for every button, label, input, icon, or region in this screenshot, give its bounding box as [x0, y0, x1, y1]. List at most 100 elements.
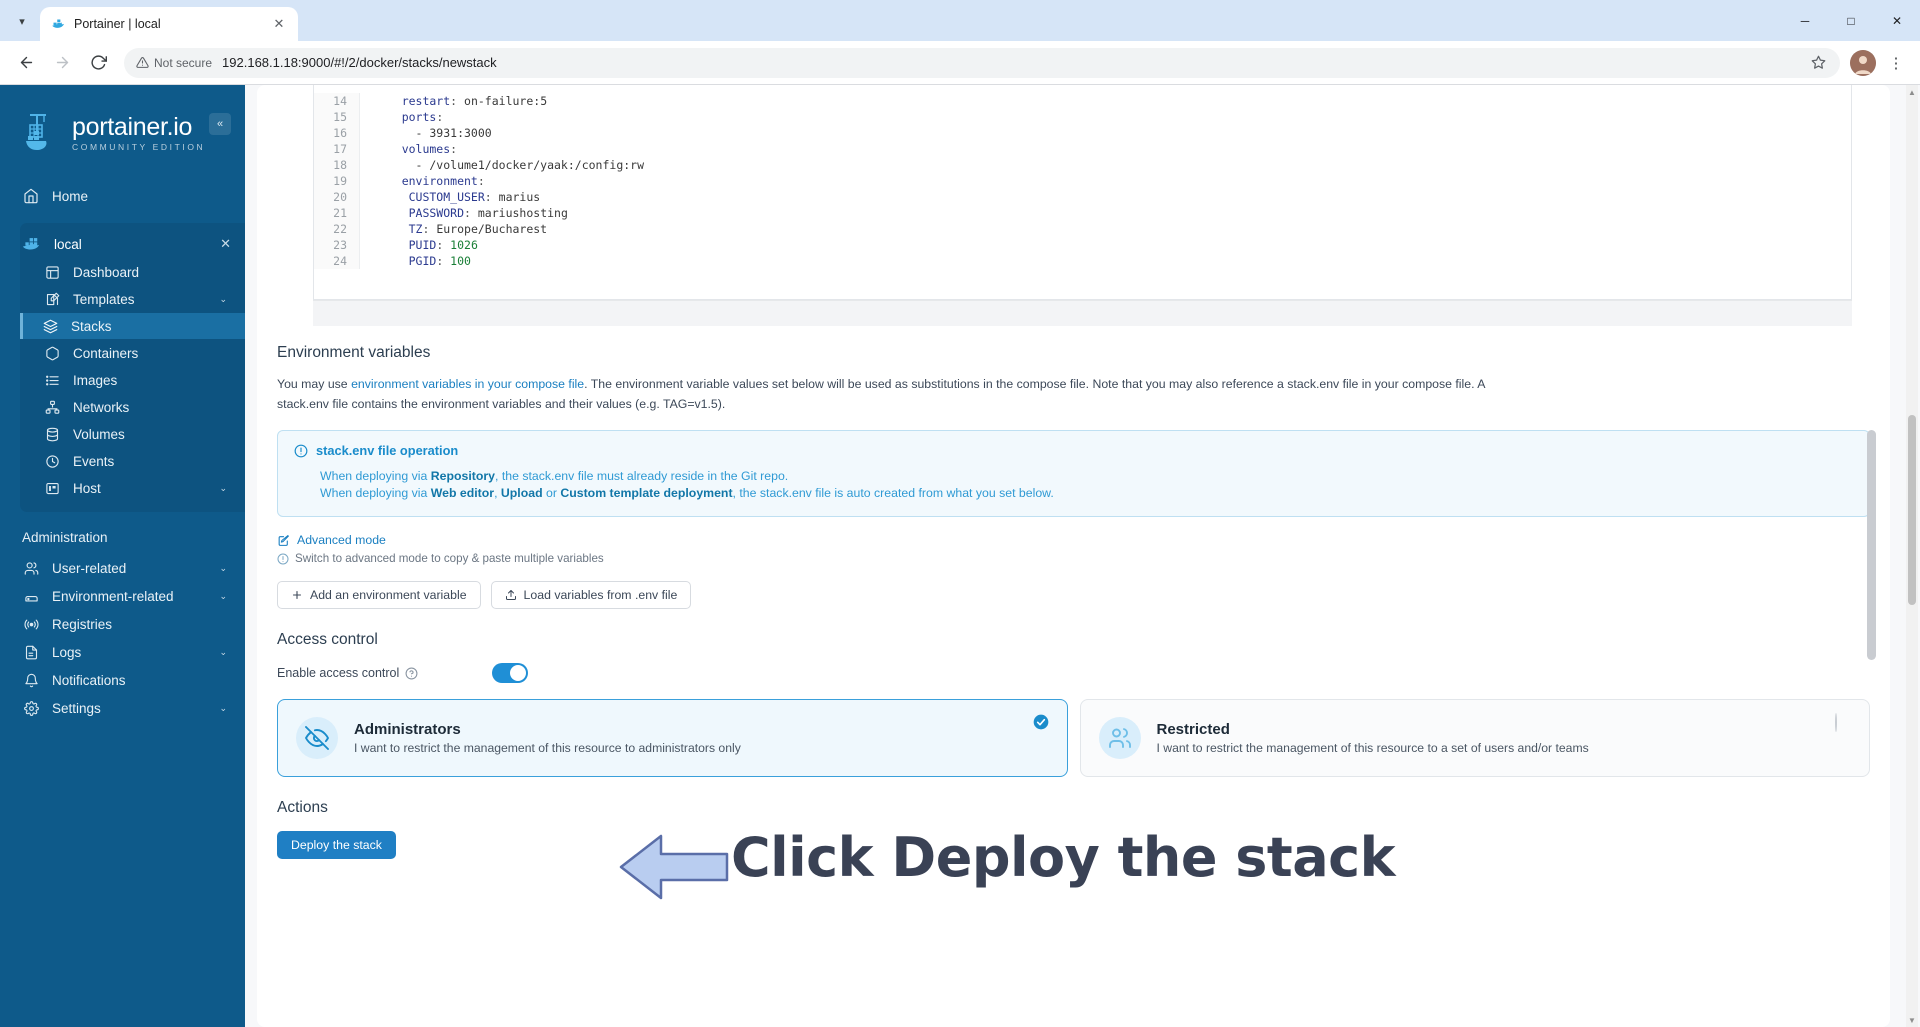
access-card-description: I want to restrict the management of thi… — [354, 741, 741, 755]
page-scrollbar-thumb[interactable] — [1908, 415, 1916, 605]
main-content: 14 15 16 17 18 19 20 21 22 23 24 restart… — [245, 85, 1920, 1027]
sidebar-item-environment-related[interactable]: Environment-related ⌄ — [0, 583, 245, 609]
url-text: 192.168.1.18:9000/#!/2/docker/stacks/new… — [222, 55, 497, 70]
brand-subtitle: COMMUNITY EDITION — [72, 141, 206, 152]
line2-upload: Upload — [500, 486, 543, 500]
forward-icon[interactable] — [46, 47, 78, 79]
line2-web-editor: Web editor — [430, 486, 495, 500]
environment-block: local ✕ Dashboard Templates ⌄ Stacks Con… — [20, 223, 245, 512]
chevron-down-icon[interactable]: ⌄ — [219, 647, 227, 658]
host-icon — [43, 479, 61, 497]
sidebar-item-networks[interactable]: Networks — [20, 394, 245, 420]
editor-code[interactable]: restart: on-failure:5 ports: - 3931:3000… — [360, 93, 1851, 269]
yaml-value: on-failure:5 — [457, 94, 548, 108]
back-icon[interactable] — [10, 47, 42, 79]
access-card-restricted[interactable]: Restricted I want to restrict the manage… — [1079, 699, 1870, 777]
selected-check-icon[interactable] — [1033, 714, 1049, 730]
upload-icon — [505, 589, 517, 601]
compose-file-link[interactable]: environment variables in your compose fi… — [351, 377, 584, 391]
tab-strip: ▾ Portainer | local ✕ ─ □ ✕ — [0, 0, 1920, 41]
chevron-down-icon[interactable]: ⌄ — [219, 591, 227, 602]
enable-access-control-label-group: Enable access control — [277, 666, 492, 680]
line-number: 18 — [333, 158, 347, 172]
sidebar-item-label: Stacks — [71, 318, 112, 334]
yaml-value: 100 — [443, 254, 471, 268]
close-window-button[interactable]: ✕ — [1874, 0, 1920, 41]
profile-avatar[interactable] — [1850, 49, 1876, 76]
sidebar-item-settings[interactable]: Settings ⌄ — [0, 695, 245, 721]
compose-editor[interactable]: 14 15 16 17 18 19 20 21 22 23 24 restart… — [313, 85, 1852, 300]
sidebar-item-templates[interactable]: Templates ⌄ — [20, 286, 245, 312]
warning-triangle-icon — [136, 57, 149, 68]
sidebar-item-logs[interactable]: Logs ⌄ — [0, 639, 245, 665]
line-number: 15 — [333, 110, 347, 124]
advanced-mode-hint-label: Switch to advanced mode to copy & paste … — [295, 552, 604, 565]
sidebar-item-user-related[interactable]: User-related ⌄ — [0, 555, 245, 581]
access-card-administrators[interactable]: Administrators I want to restrict the ma… — [277, 699, 1068, 777]
yaml-key: CUSTOM_USER — [374, 190, 485, 204]
environment-header[interactable]: local ✕ — [20, 229, 245, 259]
env-vars-heading: Environment variables — [277, 344, 431, 361]
sidebar-item-events[interactable]: Events — [20, 448, 245, 474]
users-icon — [22, 559, 40, 577]
administration-section-label: Administration — [22, 530, 108, 545]
line-number: 24 — [333, 254, 347, 268]
line1-c: , the stack.env file must already reside… — [494, 469, 789, 483]
minimize-button[interactable]: ─ — [1782, 0, 1828, 41]
sidebar-item-registries[interactable]: Registries — [0, 611, 245, 637]
line2-custom-template: Custom template deployment — [560, 486, 733, 500]
deploy-the-stack-button[interactable]: Deploy the stack — [277, 831, 396, 859]
browser-tab[interactable]: Portainer | local ✕ — [40, 7, 298, 41]
editor-scroll-area[interactable]: 14 15 16 17 18 19 20 21 22 23 24 restart… — [314, 85, 1851, 299]
environment-name: local — [54, 236, 82, 252]
content-inner: 14 15 16 17 18 19 20 21 22 23 24 restart… — [257, 85, 1890, 859]
content-scrollbar-thumb[interactable] — [1867, 430, 1876, 660]
scroll-up-arrow-icon[interactable]: ▲ — [1906, 85, 1918, 99]
sidebar-collapse-button[interactable]: « — [209, 113, 231, 135]
templates-icon — [43, 290, 61, 308]
portainer-favicon-icon — [50, 16, 66, 32]
tab-search-chevron-icon[interactable]: ▾ — [8, 7, 36, 35]
dashboard-icon — [43, 263, 61, 281]
sidebar-item-host[interactable]: Host ⌄ — [20, 475, 245, 501]
scroll-down-arrow-icon[interactable]: ▼ — [1906, 1013, 1918, 1027]
chevron-down-icon[interactable]: ⌄ — [219, 483, 227, 494]
line-number: 14 — [333, 94, 347, 108]
sidebar-item-dashboard[interactable]: Dashboard — [20, 259, 245, 285]
question-icon[interactable] — [405, 667, 418, 680]
networks-icon — [43, 398, 61, 416]
load-variables-from-env-file-button[interactable]: Load variables from .env file — [490, 581, 692, 609]
unselected-radio-icon[interactable] — [1835, 713, 1851, 732]
yaml-value: - /volume1/docker/yaak:/config:rw — [374, 158, 645, 172]
sidebar-item-volumes[interactable]: Volumes — [20, 421, 245, 447]
sidebar-item-stacks[interactable]: Stacks — [20, 313, 245, 339]
sidebar-item-notifications[interactable]: Notifications — [0, 667, 245, 693]
button-label: Load variables from .env file — [523, 588, 678, 602]
yaml-key: PASSWORD — [374, 206, 465, 220]
info-box-title: stack.env file operation — [316, 443, 459, 458]
yaml-key: environment — [374, 174, 478, 188]
add-environment-variable-button[interactable]: Add an environment variable — [277, 581, 481, 609]
sidebar-item-label: Events — [73, 453, 115, 469]
home-icon — [22, 187, 40, 205]
chevron-down-icon[interactable]: ⌄ — [219, 703, 227, 714]
environment-close-icon[interactable]: ✕ — [220, 236, 231, 252]
maximize-button[interactable]: □ — [1828, 0, 1874, 41]
environment-icon — [22, 587, 40, 605]
advanced-mode-link[interactable]: Advanced mode — [277, 533, 1870, 547]
enable-access-control-toggle[interactable] — [492, 663, 528, 683]
yaml-value: marius — [491, 190, 541, 204]
reload-icon[interactable] — [82, 47, 114, 79]
chevron-down-icon[interactable]: ⌄ — [219, 294, 227, 305]
address-bar[interactable]: Not secure 192.168.1.18:9000/#!/2/docker… — [124, 47, 1840, 78]
registries-icon — [22, 615, 40, 633]
bookmark-star-icon[interactable] — [1808, 53, 1828, 73]
sidebar-item-images[interactable]: Images — [20, 367, 245, 393]
chevron-down-icon[interactable]: ⌄ — [219, 563, 227, 574]
not-secure-badge[interactable]: Not secure — [136, 56, 212, 70]
sidebar-item-home[interactable]: Home — [0, 183, 245, 209]
tab-close-icon[interactable]: ✕ — [270, 15, 288, 33]
page-scrollbar[interactable]: ▲ ▼ — [1906, 85, 1918, 1027]
browser-menu-icon[interactable]: ⋮ — [1882, 49, 1910, 77]
sidebar-item-containers[interactable]: Containers — [20, 340, 245, 366]
